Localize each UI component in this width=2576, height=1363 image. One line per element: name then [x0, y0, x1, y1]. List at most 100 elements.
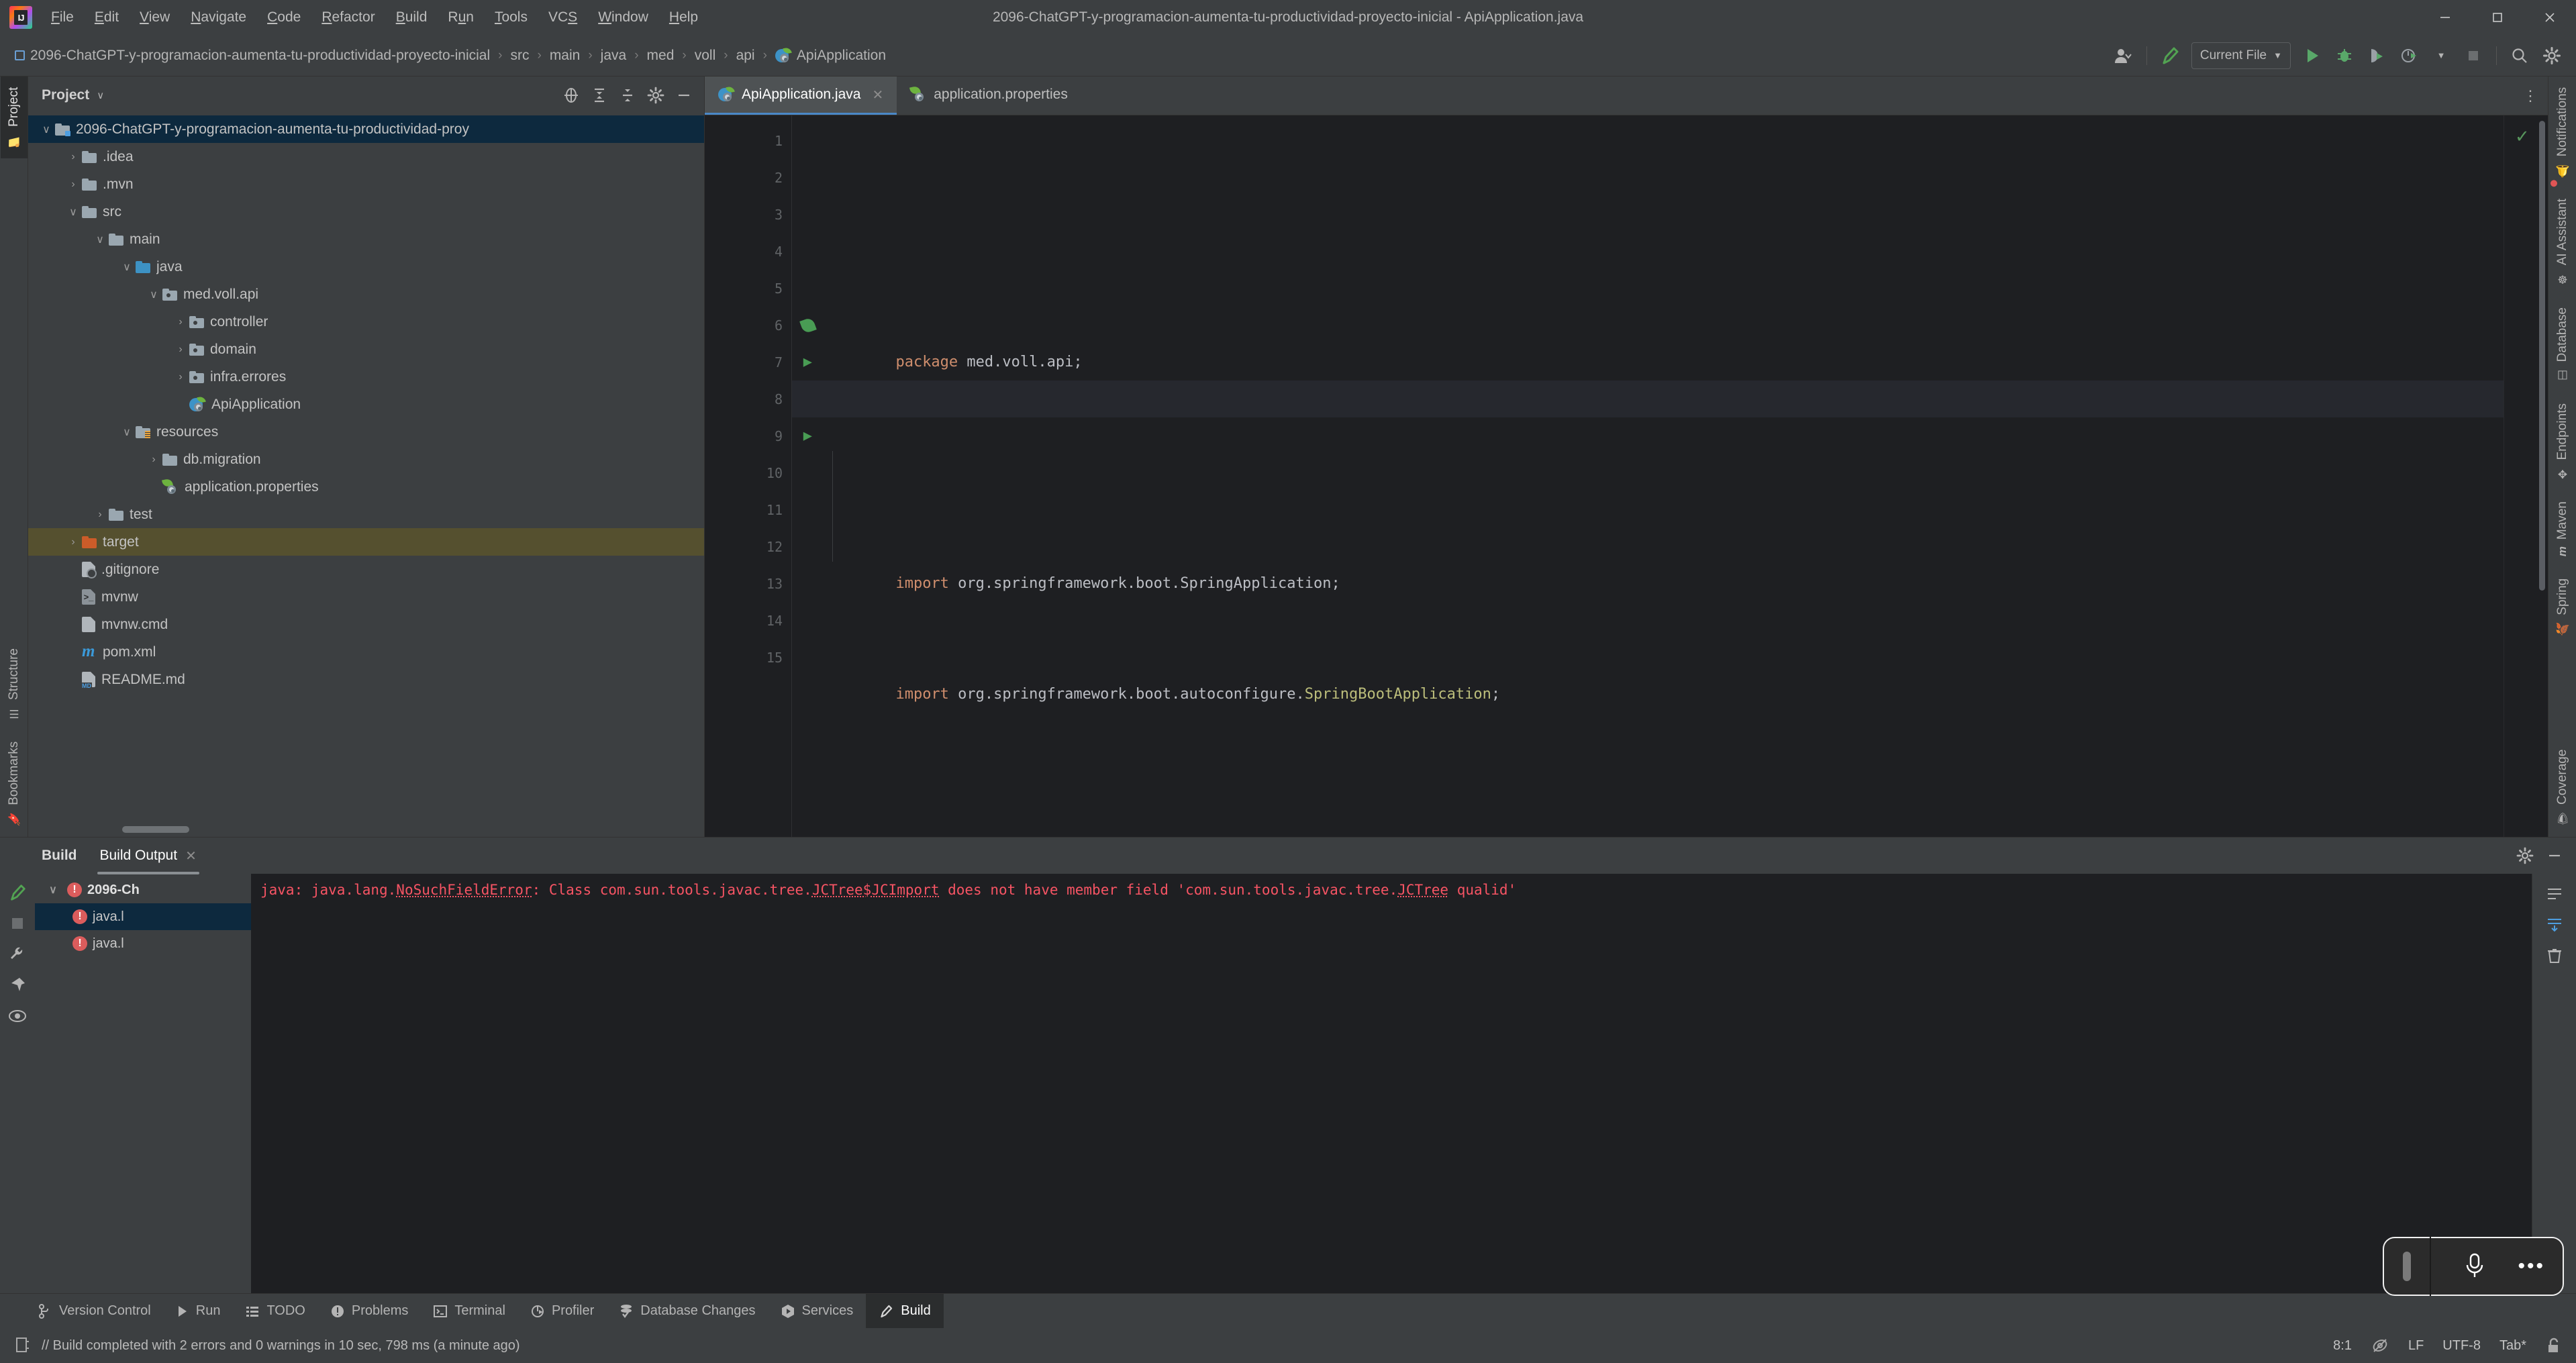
- tool-button-version-control[interactable]: Version Control: [26, 1294, 164, 1328]
- menu-refactor[interactable]: Refactor: [312, 6, 384, 29]
- stop-button[interactable]: [2459, 41, 2488, 70]
- build-hammer-icon[interactable]: [2155, 41, 2185, 70]
- lock-icon[interactable]: [2545, 1337, 2561, 1354]
- tab-build-output[interactable]: Build Output ✕: [92, 844, 205, 874]
- breadcrumb-voll[interactable]: voll: [689, 45, 722, 66]
- chevron-right-icon[interactable]: ›: [172, 316, 189, 328]
- stop-build-icon[interactable]: [4, 910, 31, 937]
- close-icon[interactable]: ✕: [872, 87, 883, 103]
- menu-navigate[interactable]: Navigate: [181, 6, 256, 29]
- breadcrumb-med[interactable]: med: [642, 45, 680, 66]
- tree-item-mvnw-cmd[interactable]: mvnw.cmd: [28, 611, 704, 638]
- select-opened-file-icon[interactable]: [558, 82, 585, 109]
- settings-gear-icon[interactable]: [2537, 41, 2567, 70]
- sidebar-item-notifications[interactable]: 🔔 Notifications: [2549, 77, 2576, 188]
- encoding-widget[interactable]: UTF-8: [2442, 1338, 2481, 1354]
- tree-item-mvn[interactable]: › .mvn: [28, 170, 704, 198]
- code-content[interactable]: package med.voll.api; import org.springf…: [792, 115, 2504, 837]
- breadcrumb-project[interactable]: 2096-ChatGPT-y-programacion-aumenta-tu-p…: [9, 45, 495, 66]
- tree-item-controller[interactable]: › controller: [28, 308, 704, 336]
- tree-item-pom-xml[interactable]: m pom.xml: [28, 638, 704, 666]
- tree-item-readme[interactable]: README.md: [28, 666, 704, 693]
- chevron-right-icon[interactable]: ›: [64, 179, 82, 191]
- tool-button-services[interactable]: Services: [769, 1294, 866, 1328]
- run-button[interactable]: [2297, 41, 2327, 70]
- tree-item-domain[interactable]: › domain: [28, 336, 704, 363]
- editor-gutter[interactable]: 1 2 3 4 5 6 7 ▶ 8 9 ▶ 10 11 12 13 14 15: [705, 115, 817, 837]
- inspection-widget-icon[interactable]: [2371, 1336, 2389, 1355]
- close-icon[interactable]: ✕: [185, 848, 197, 864]
- project-tree[interactable]: ∨ 2096-ChatGPT-y-programacion-aumenta-tu…: [28, 114, 704, 837]
- hide-build-panel-icon[interactable]: [2541, 842, 2568, 869]
- collapse-all-icon[interactable]: [614, 82, 641, 109]
- chevron-down-icon[interactable]: ∨: [44, 883, 62, 897]
- tree-item-med-voll-api[interactable]: ∨ med.voll.api: [28, 281, 704, 308]
- menu-view[interactable]: View: [130, 6, 179, 29]
- debug-button[interactable]: [2330, 41, 2359, 70]
- tree-item-idea[interactable]: › .idea: [28, 143, 704, 170]
- profile-button[interactable]: [2394, 41, 2424, 70]
- memory-indicator-icon[interactable]: [15, 1337, 31, 1354]
- chevron-down-icon[interactable]: ∨: [91, 233, 109, 246]
- tab-apiapplication-java[interactable]: ApiApplication.java ✕: [705, 77, 897, 115]
- tool-button-problems[interactable]: Problems: [318, 1294, 421, 1328]
- tab-application-properties[interactable]: application.properties: [897, 77, 1081, 115]
- sidebar-item-maven[interactable]: m Maven: [2549, 491, 2576, 567]
- tree-item-project-root[interactable]: ∨ 2096-ChatGPT-y-programacion-aumenta-tu…: [28, 115, 704, 143]
- build-tree-error-1[interactable]: ! java.l: [35, 903, 251, 930]
- pin-build-icon[interactable]: [4, 972, 31, 999]
- build-settings-icon[interactable]: [4, 941, 31, 968]
- build-error-tree[interactable]: ∨ ! 2096-Ch ! java.l ! java.l: [35, 874, 251, 1293]
- build-tree-error-2[interactable]: ! java.l: [35, 930, 251, 957]
- tree-item-mvnw[interactable]: >_ mvnw: [28, 583, 704, 611]
- run-dropdown-icon[interactable]: ▼: [2426, 41, 2456, 70]
- tool-button-run[interactable]: Run: [164, 1294, 234, 1328]
- chevron-down-icon[interactable]: ∨: [118, 425, 136, 439]
- sidebar-item-database[interactable]: ◫ Database: [2549, 297, 2576, 393]
- tool-button-terminal[interactable]: Terminal: [421, 1294, 518, 1328]
- breadcrumb-src[interactable]: src: [505, 45, 534, 66]
- menu-edit[interactable]: Edit: [85, 6, 128, 29]
- editor-tab-options-icon[interactable]: ⋮: [2513, 77, 2548, 115]
- menu-build[interactable]: Build: [387, 6, 437, 29]
- tree-item-db-migration[interactable]: › db.migration: [28, 446, 704, 473]
- chevron-right-icon[interactable]: ›: [172, 371, 189, 383]
- sidebar-item-endpoints[interactable]: ✥ Endpoints: [2549, 393, 2576, 491]
- soft-wrap-icon[interactable]: [2541, 880, 2568, 907]
- tool-button-build[interactable]: Build: [866, 1294, 944, 1328]
- maximize-button[interactable]: [2471, 0, 2524, 35]
- search-icon[interactable]: [2505, 41, 2534, 70]
- inspection-ok-icon[interactable]: ✓: [2515, 126, 2530, 147]
- user-account-icon[interactable]: [2109, 41, 2138, 70]
- chevron-right-icon[interactable]: ›: [145, 454, 162, 466]
- tree-item-application-properties[interactable]: application.properties: [28, 473, 704, 501]
- error-link[interactable]: JCTree: [1397, 882, 1448, 898]
- tool-button-profiler[interactable]: Profiler: [518, 1294, 607, 1328]
- menu-help[interactable]: Help: [660, 6, 707, 29]
- minimize-button[interactable]: [2419, 0, 2471, 35]
- menu-tools[interactable]: Tools: [485, 6, 537, 29]
- menu-code[interactable]: Code: [258, 6, 310, 29]
- tree-item-src[interactable]: ∨ src: [28, 198, 704, 225]
- run-with-coverage-button[interactable]: [2362, 41, 2391, 70]
- breadcrumb-apiapplication[interactable]: ApiApplication: [770, 45, 891, 66]
- chevron-down-icon[interactable]: ∨: [97, 89, 104, 101]
- chevron-right-icon[interactable]: ›: [91, 509, 109, 521]
- error-link[interactable]: JCTree$JCImport: [812, 882, 940, 898]
- menu-vcs[interactable]: VCS: [539, 6, 587, 29]
- scroll-to-end-icon[interactable]: [2541, 911, 2568, 938]
- run-configuration-selector[interactable]: Current File ▼: [2191, 42, 2291, 69]
- voice-input-widget[interactable]: •••: [2383, 1237, 2564, 1296]
- build-output-console[interactable]: java: java.lang.NoSuchFieldError: Class …: [251, 874, 2532, 1293]
- sidebar-item-structure[interactable]: ☰ Structure: [1, 638, 28, 731]
- chevron-down-icon[interactable]: ∨: [145, 288, 162, 301]
- chevron-down-icon[interactable]: ∨: [38, 123, 55, 136]
- tree-item-infra-errores[interactable]: › infra.errores: [28, 363, 704, 391]
- code-editor[interactable]: 1 2 3 4 5 6 7 ▶ 8 9 ▶ 10 11 12 13 14 15 …: [705, 115, 2548, 837]
- drag-handle[interactable]: [2403, 1252, 2411, 1281]
- expand-all-icon[interactable]: [586, 82, 613, 109]
- tree-item-gitignore[interactable]: .gitignore: [28, 556, 704, 583]
- indent-widget[interactable]: Tab*: [2499, 1338, 2526, 1354]
- editor-scrollbar[interactable]: [2539, 121, 2545, 591]
- chevron-right-icon[interactable]: ›: [64, 151, 82, 163]
